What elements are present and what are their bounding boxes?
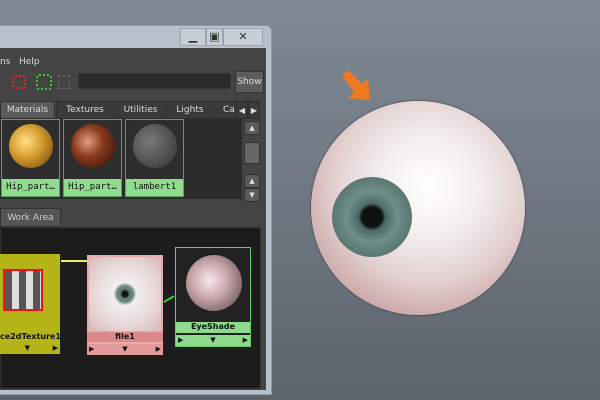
tab-work-area[interactable]: Work Area (0, 208, 61, 227)
tab-lights[interactable]: Lights (167, 101, 213, 119)
material-swatch[interactable]: lambert1 (125, 119, 184, 197)
eyeshade-node[interactable]: EyeShade ▶ ▼ ▶ (175, 247, 251, 347)
graph-output-icon[interactable] (36, 74, 52, 90)
swatch-sphere (133, 124, 177, 168)
eye-iris (332, 177, 412, 257)
graph-input-icon[interactable] (12, 75, 26, 89)
connection-line (61, 260, 87, 262)
work-area-canvas[interactable]: ce2dTexture1 ▼ ▶ file1 ▶ ▼ ▶ EyeShade ▶ ▼ ▶ (0, 227, 261, 389)
menu-help[interactable]: Help (19, 57, 40, 67)
swatch-label: Hip_part… (64, 179, 121, 196)
place2d-icon (3, 269, 43, 311)
tab-scroll-right-icon[interactable]: ▶ (248, 101, 260, 119)
search-input[interactable] (78, 73, 231, 89)
show-button[interactable]: Show (235, 71, 264, 93)
tab-textures[interactable]: Textures (56, 101, 114, 119)
clear-graph-icon[interactable] (58, 75, 70, 89)
swatch-label: Hip_part… (2, 179, 59, 196)
scrollbar-thumb[interactable] (244, 142, 260, 164)
swatch-label: lambert1 (126, 179, 183, 196)
node-ports[interactable]: ▶ ▼ ▶ (176, 335, 250, 346)
swatch-sphere (71, 124, 115, 168)
file-thumbnail (89, 257, 161, 331)
menu-item[interactable]: ns (0, 57, 10, 67)
scroll-down-icon[interactable]: ▼ (244, 188, 260, 202)
material-swatch[interactable]: Hip_part… (1, 119, 60, 197)
scroll-up-icon[interactable]: ▲ (244, 121, 260, 135)
connection-line (163, 295, 175, 303)
scroll-up-icon[interactable]: ▲ (244, 174, 260, 188)
maximize-button[interactable]: ▣ (206, 28, 223, 46)
tab-scroll-left-icon[interactable]: ◀ (236, 101, 248, 119)
node-label: EyeShade (176, 322, 250, 333)
shader-sphere (186, 255, 242, 311)
node-ports[interactable]: ▼ ▶ (0, 343, 60, 354)
close-button[interactable]: ✕ (223, 28, 263, 46)
tab-utilities[interactable]: Utilities (115, 101, 166, 119)
node-ports[interactable]: ▶ ▼ ▶ (87, 344, 163, 355)
swatch-sphere (9, 124, 53, 168)
node-label: file1 (87, 332, 163, 342)
minimize-button[interactable]: ▁ (180, 28, 206, 46)
material-swatch[interactable]: Hip_part… (63, 119, 122, 197)
file-node[interactable]: file1 ▶ ▼ ▶ (87, 255, 163, 355)
node-label: ce2dTexture1 (0, 332, 60, 341)
tab-materials[interactable]: Materials (0, 101, 55, 119)
place2dtexture-node[interactable]: ce2dTexture1 ▼ ▶ (0, 254, 60, 354)
arrow-icon (342, 70, 370, 100)
